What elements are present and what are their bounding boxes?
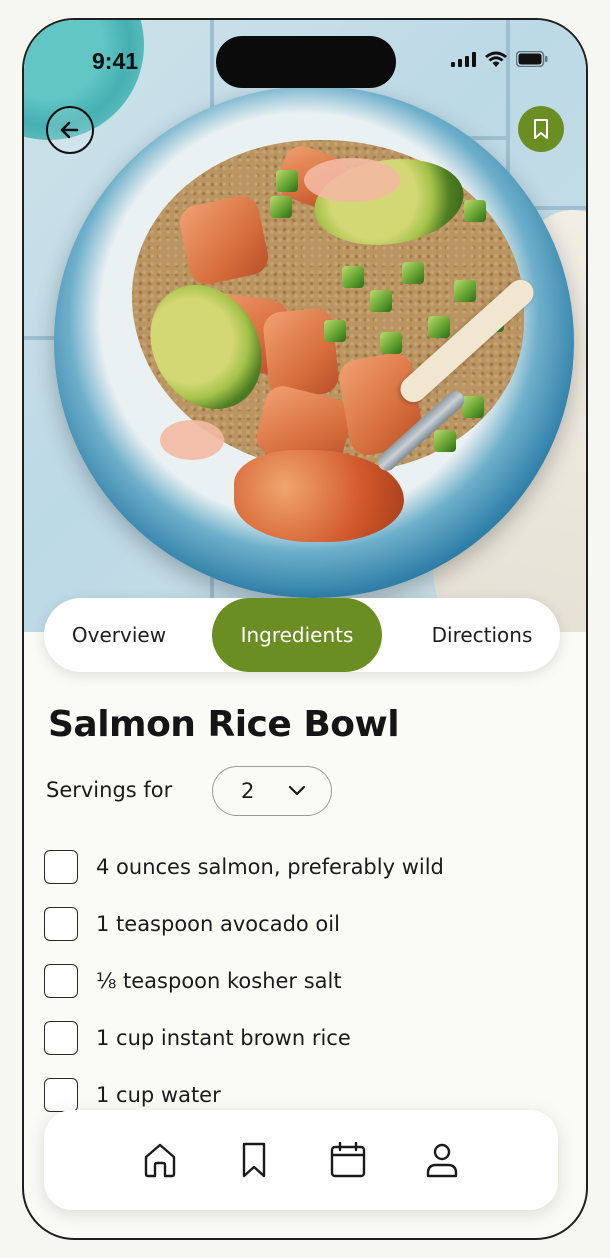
- salmon-piece: [176, 192, 272, 288]
- dynamic-island: [216, 36, 396, 88]
- status-time: 9:41: [92, 48, 139, 74]
- bookmark-icon: [534, 119, 548, 139]
- servings-label: Servings for: [46, 778, 173, 802]
- servings-value: 2: [241, 779, 255, 803]
- phone-frame: 9:41 Overview Ingredients Directions Sal…: [22, 18, 588, 1240]
- ingredient-text: 1 cup instant brown rice: [96, 1025, 351, 1050]
- status-icons: [451, 50, 548, 68]
- ingredient-item: ⅛ teaspoon kosher salt: [44, 952, 564, 1009]
- cucumber-cube: [402, 262, 424, 284]
- cucumber-cube: [380, 332, 402, 354]
- nav-profile[interactable]: [421, 1139, 463, 1181]
- back-button[interactable]: [46, 106, 94, 154]
- profile-icon: [426, 1143, 458, 1178]
- cucumber-cube: [276, 170, 298, 192]
- tab-directions[interactable]: Directions: [404, 598, 560, 672]
- cucumber-cube: [342, 266, 364, 288]
- tab-ingredients[interactable]: Ingredients: [212, 598, 382, 672]
- ingredient-item: 4 ounces salmon, preferably wild: [44, 838, 564, 895]
- wifi-icon: [485, 51, 507, 67]
- sauce: [160, 420, 224, 460]
- recipe-title: Salmon Rice Bowl: [48, 704, 400, 745]
- nav-saved[interactable]: [233, 1139, 275, 1181]
- nav-calendar[interactable]: [327, 1139, 369, 1181]
- ingredient-text: 4 ounces salmon, preferably wild: [96, 854, 444, 879]
- bottom-nav: [44, 1110, 558, 1210]
- save-recipe-button[interactable]: [518, 106, 564, 152]
- ingredient-checkbox[interactable]: [44, 906, 78, 941]
- ingredient-checkbox[interactable]: [44, 849, 78, 884]
- cucumber-cube: [324, 320, 346, 342]
- recipe-photo: [24, 20, 586, 632]
- cucumber-cube: [428, 316, 450, 338]
- recipe-tabs: Overview Ingredients Directions: [44, 598, 560, 672]
- home-icon: [144, 1143, 176, 1178]
- chevron-down-icon: [288, 785, 306, 796]
- cucumber-cube: [270, 196, 292, 218]
- ingredient-checkbox[interactable]: [44, 1020, 78, 1055]
- ingredient-item: 1 teaspoon avocado oil: [44, 895, 564, 952]
- cucumber-cube: [454, 280, 476, 302]
- tab-overview[interactable]: Overview: [44, 598, 194, 672]
- ingredient-checkbox[interactable]: [44, 1077, 78, 1112]
- cucumber-cube: [370, 290, 392, 312]
- cucumber-cube: [462, 396, 484, 418]
- battery-icon: [516, 51, 548, 67]
- signal-icon: [451, 51, 476, 67]
- ingredient-text: ⅛ teaspoon kosher salt: [96, 968, 342, 993]
- nav-home[interactable]: [139, 1139, 181, 1181]
- cucumber-cube: [464, 200, 486, 222]
- ingredient-checkbox[interactable]: [44, 963, 78, 998]
- sauce: [304, 158, 400, 202]
- ingredient-text: 1 cup water: [96, 1082, 221, 1107]
- ingredient-item: 1 cup instant brown rice: [44, 1009, 564, 1066]
- arrow-left-icon: [60, 121, 79, 139]
- calendar-icon: [330, 1141, 366, 1178]
- servings-select[interactable]: 2: [212, 766, 332, 816]
- ingredient-list: 4 ounces salmon, preferably wild 1 teasp…: [44, 838, 564, 1123]
- ingredient-text: 1 teaspoon avocado oil: [96, 911, 340, 936]
- bookmark-icon: [242, 1142, 266, 1178]
- cucumber-cube: [434, 430, 456, 452]
